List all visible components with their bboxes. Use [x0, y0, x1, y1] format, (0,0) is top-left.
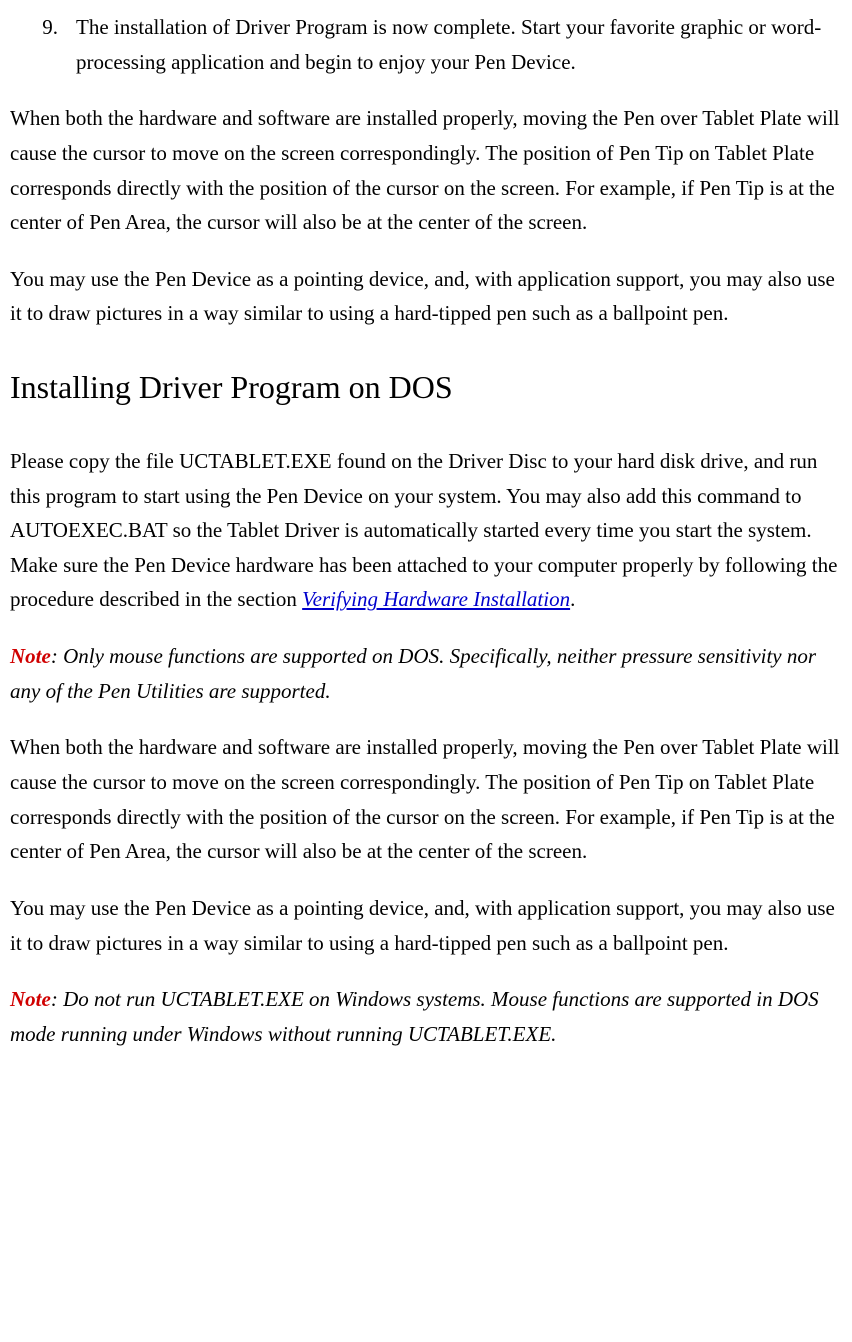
paragraph-behavior-2: When both the hardware and software are …: [10, 730, 842, 869]
paragraph-usage-1: You may use the Pen Device as a pointing…: [10, 262, 842, 331]
heading-installing-dos: Installing Driver Program on DOS: [10, 361, 842, 414]
list-text: The installation of Driver Program is no…: [76, 10, 842, 79]
numbered-list-item: 9. The installation of Driver Program is…: [10, 10, 842, 79]
list-number: 9.: [10, 10, 76, 79]
link-verifying-hardware[interactable]: Verifying Hardware Installation: [302, 587, 570, 611]
note1-text: : Only mouse functions are supported on …: [10, 644, 816, 703]
note2-text: : Do not run UCTABLET.EXE on Windows sys…: [10, 987, 819, 1046]
note-label: Note: [10, 644, 51, 668]
para3-post-text: .: [570, 587, 575, 611]
paragraph-usage-2: You may use the Pen Device as a pointing…: [10, 891, 842, 960]
note-windows-warning: Note: Do not run UCTABLET.EXE on Windows…: [10, 982, 842, 1051]
paragraph-dos-instructions: Please copy the file UCTABLET.EXE found …: [10, 444, 842, 617]
note-dos-limitations: Note: Only mouse functions are supported…: [10, 639, 842, 708]
paragraph-behavior-1: When both the hardware and software are …: [10, 101, 842, 240]
note-label-2: Note: [10, 987, 51, 1011]
